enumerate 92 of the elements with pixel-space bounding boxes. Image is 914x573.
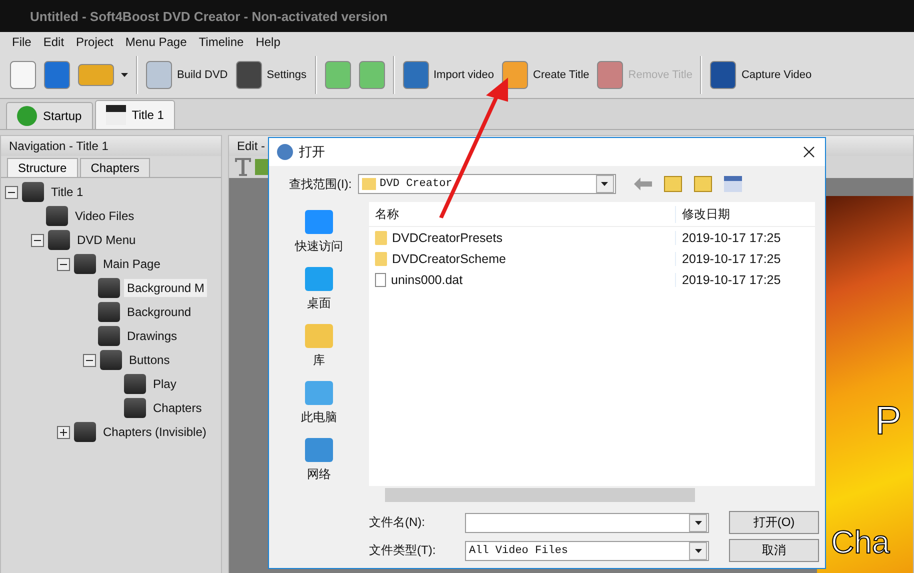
panel-title: Edit - (237, 139, 266, 153)
panel-tab[interactable]: Chapters (80, 158, 150, 177)
back-arrow-icon[interactable] (634, 176, 652, 192)
filename-field[interactable] (465, 512, 709, 532)
folder-icon (375, 252, 387, 266)
power-icon (17, 106, 37, 126)
node-icon (74, 422, 96, 442)
tree-item[interactable]: Chapters (Invisible) (100, 423, 210, 441)
document-tab[interactable]: Title 1 (94, 100, 175, 129)
view-menu-icon[interactable] (724, 176, 742, 192)
panel-tab[interactable]: Structure (7, 158, 78, 177)
file-name[interactable]: DVDCreatorPresets (392, 230, 502, 244)
expander-icon[interactable] (31, 234, 44, 246)
app-icon (277, 144, 293, 160)
menu-item[interactable]: Project (76, 35, 114, 49)
node-icon (98, 278, 120, 298)
menu-item[interactable]: Menu Page (125, 35, 187, 49)
tree-item[interactable]: Drawings (124, 327, 180, 345)
menu-item[interactable]: Edit (43, 35, 64, 49)
tree-item[interactable]: Background (124, 303, 194, 321)
expander-icon[interactable] (57, 426, 70, 438)
toolbar-icon (324, 61, 350, 89)
menu-button-text: Cha (831, 526, 890, 558)
expander-icon[interactable] (83, 354, 96, 366)
place-item[interactable]: 此电脑 (301, 381, 337, 426)
modified-date: 2019-10-17 17:25 (675, 272, 812, 286)
node-icon (124, 398, 146, 418)
toolbar-icon (402, 61, 428, 89)
column-header[interactable]: 名称 (369, 206, 675, 222)
tree-item[interactable]: Play (150, 375, 180, 393)
node-icon (22, 182, 44, 202)
toolbar-icon (597, 61, 624, 89)
place-item[interactable]: 快速访问 (295, 210, 343, 255)
file-type-combo[interactable]: All Video Files (465, 540, 709, 560)
toolbar-button[interactable]: Build DVD (142, 55, 232, 95)
tree-item[interactable]: Main Page (100, 255, 164, 273)
tree-item[interactable]: Video Files (72, 207, 138, 225)
window-title: Untitled - Soft4Boost DVD Creator - Non-activated version (30, 8, 388, 24)
toolbar-button[interactable]: Settings (232, 55, 310, 95)
folder-icon (78, 64, 114, 86)
up-folder-icon[interactable] (664, 176, 682, 192)
caret-icon[interactable] (694, 520, 702, 524)
new-folder-icon[interactable] (694, 176, 712, 192)
text-tool-icon[interactable] (235, 158, 251, 176)
menu-item[interactable]: Help (256, 35, 280, 49)
toolbar-icon (44, 61, 70, 89)
document-tab[interactable]: Startup (6, 102, 93, 129)
dialog-title: 打开 (299, 143, 325, 161)
toolbar-icon (710, 61, 736, 89)
toolbar-icon (358, 61, 384, 89)
node-icon (98, 302, 120, 322)
location-combo[interactable]: DVD Creator (358, 174, 616, 194)
file-name[interactable]: unins000.dat (391, 272, 463, 286)
clapperboard-icon (106, 105, 126, 125)
toolbar-icon (10, 61, 36, 89)
folder-icon (375, 230, 387, 244)
modified-date: 2019-10-17 17:25 (675, 230, 812, 244)
open-button[interactable]: 打开(O) (729, 511, 819, 534)
column-header[interactable]: 修改日期 (675, 206, 812, 222)
field-label: 文件名(N): (369, 514, 426, 531)
modified-date: 2019-10-17 17:25 (675, 252, 812, 266)
close-icon[interactable] (803, 146, 815, 158)
tree-item[interactable]: Background M (124, 279, 208, 297)
cancel-button[interactable]: 取消 (729, 539, 819, 562)
menu-button-text: P (875, 401, 902, 441)
menu-item[interactable]: File (12, 35, 32, 49)
node-icon (100, 350, 122, 370)
tree-item[interactable]: Buttons (126, 351, 173, 369)
panel-title: Navigation - Title 1 (9, 139, 108, 153)
node-icon (46, 206, 68, 226)
toolbar-icon (236, 61, 262, 89)
toolbar-button[interactable]: Import video (398, 55, 498, 95)
file-name[interactable]: DVDCreatorScheme (392, 252, 506, 266)
tree-item[interactable]: DVD Menu (74, 231, 139, 249)
node-icon (124, 374, 146, 394)
toolbar-button[interactable]: Capture Video (706, 55, 816, 95)
caret-icon[interactable] (601, 182, 608, 186)
node-icon (74, 254, 96, 274)
toolbar-icon (146, 61, 172, 89)
node-icon (48, 230, 70, 250)
node-icon (98, 326, 120, 346)
tree-item[interactable]: Title 1 (48, 183, 86, 201)
field-label: 查找范围(I): (289, 176, 352, 192)
expander-icon[interactable] (57, 258, 70, 270)
menu-item[interactable]: Timeline (198, 35, 244, 49)
field-label: 文件类型(T): (369, 542, 437, 559)
caret-icon[interactable] (694, 548, 702, 552)
caret-icon (121, 73, 128, 77)
expander-icon[interactable] (5, 186, 18, 198)
tree-item[interactable]: Chapters (150, 399, 205, 417)
file-icon (375, 272, 386, 286)
toolbar-icon (502, 61, 528, 89)
